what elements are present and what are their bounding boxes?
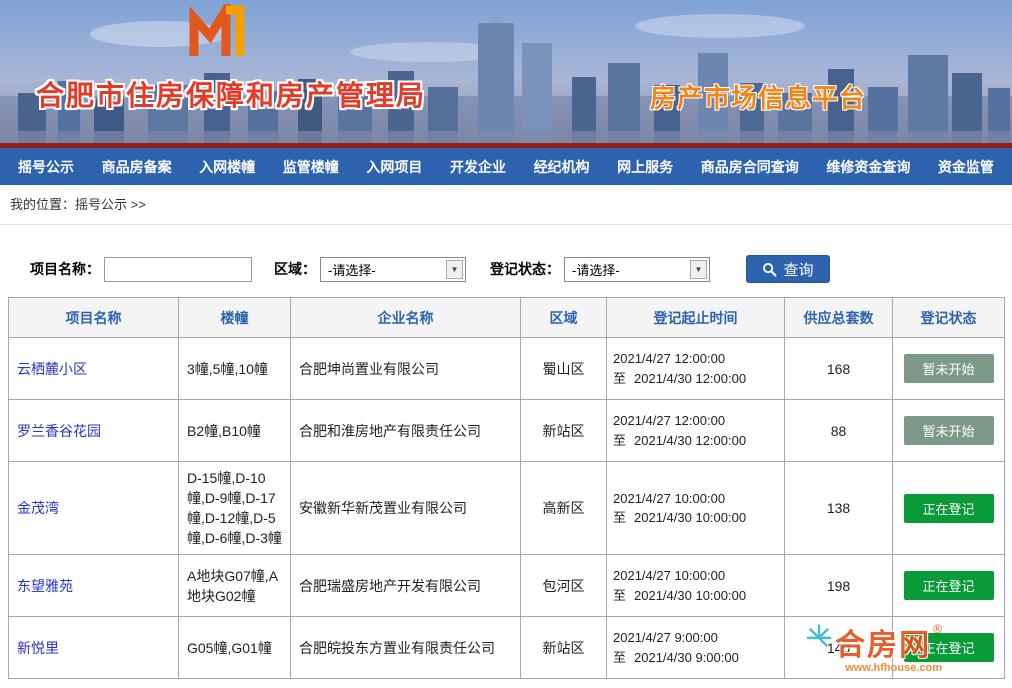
nav-item-6[interactable]: 经纪机构 xyxy=(534,157,590,177)
project-link[interactable]: 金茂湾 xyxy=(17,500,59,516)
status-cell: 正在登记 xyxy=(893,555,1005,617)
region-select-value: -请选择- xyxy=(328,260,376,279)
project-name-label: 项目名称： xyxy=(30,259,100,279)
table-header-row: 项目名称楼幢企业名称区域登记起止时间供应总套数登记状态 xyxy=(9,298,1005,338)
company-cell: 合肥皖投东方置业有限责任公司 xyxy=(291,617,521,679)
hfhouse-sun-icon xyxy=(805,622,833,655)
nav-item-8[interactable]: 商品房合同查询 xyxy=(701,157,799,177)
company-cell: 合肥和淮房地产有限责任公司 xyxy=(291,400,521,462)
status-badge[interactable]: 暂未开始 xyxy=(904,354,994,383)
project-link[interactable]: 云栖麓小区 xyxy=(17,361,87,377)
search-button-label: 查询 xyxy=(783,259,813,280)
region-label: 区域： xyxy=(274,259,316,279)
filter-bar: 项目名称： 区域： -请选择- ▼ 登记状态： -请选择- ▼ 查询 xyxy=(30,255,1004,283)
registration-period-cell: 2021/4/27 10:00:00至2021/4/30 10:00:00 xyxy=(607,462,785,555)
buildings-cell: A地块G07幢,A地块G02幢 xyxy=(179,555,291,617)
watermark-name: 合房网 xyxy=(835,620,931,664)
status-badge[interactable]: 暂未开始 xyxy=(904,416,994,445)
project-name-cell: 罗兰香谷花园 xyxy=(9,400,179,462)
hfhouse-watermark: 合房网 ® www.hfhouse.com xyxy=(805,620,942,674)
table-row: 云栖麓小区 3幢,5幢,10幢合肥坤尚置业有限公司蜀山区2021/4/27 12:… xyxy=(9,338,1005,400)
total-units-cell: 88 xyxy=(785,400,893,462)
nav-item-0[interactable]: 摇号公示 xyxy=(18,157,74,177)
region-select[interactable]: -请选择- ▼ xyxy=(320,257,466,282)
registration-period-cell: 2021/4/27 9:00:00至2021/4/30 9:00:00 xyxy=(607,617,785,679)
region-cell: 高新区 xyxy=(521,462,607,555)
breadcrumb-current[interactable]: 摇号公示 >> xyxy=(75,197,146,212)
registration-period-cell: 2021/4/27 12:00:00至2021/4/30 12:00:00 xyxy=(607,338,785,400)
registration-period-cell: 2021/4/27 10:00:00至2021/4/30 10:00:00 xyxy=(607,555,785,617)
company-cell: 合肥瑞盛房地产开发有限公司 xyxy=(291,555,521,617)
project-name-cell: 新悦里 xyxy=(9,617,179,679)
buildings-cell: G05幢,G01幢 xyxy=(179,617,291,679)
status-badge[interactable]: 正在登记 xyxy=(904,494,994,523)
region-cell: 蜀山区 xyxy=(521,338,607,400)
chevron-down-icon[interactable]: ▼ xyxy=(690,260,707,279)
breadcrumb: 我的位置：摇号公示 >> xyxy=(0,185,1012,225)
table-header-5: 供应总套数 xyxy=(785,298,893,338)
table-row: 金茂湾 D-15幢,D-10幢,D-9幢,D-17幢,D-12幢,D-5幢,D-6… xyxy=(9,462,1005,555)
project-name-cell: 云栖麓小区 xyxy=(9,338,179,400)
table-header-3: 区域 xyxy=(521,298,607,338)
project-link[interactable]: 东望雅苑 xyxy=(17,578,73,594)
nav-item-7[interactable]: 网上服务 xyxy=(617,157,673,177)
table-header-0: 项目名称 xyxy=(9,298,179,338)
company-cell: 安徽新华新茂置业有限公司 xyxy=(291,462,521,555)
region-cell: 包河区 xyxy=(521,555,607,617)
status-select-value: -请选择- xyxy=(572,260,620,279)
nav-item-3[interactable]: 监管楼幢 xyxy=(283,157,339,177)
nav-item-10[interactable]: 资金监管 xyxy=(938,157,994,177)
total-units-cell: 168 xyxy=(785,338,893,400)
company-cell: 合肥坤尚置业有限公司 xyxy=(291,338,521,400)
nav-item-9[interactable]: 维修资金查询 xyxy=(826,157,910,177)
project-link[interactable]: 罗兰香谷花园 xyxy=(17,423,101,439)
buildings-cell: D-15幢,D-10幢,D-9幢,D-17幢,D-12幢,D-5幢,D-6幢,D… xyxy=(179,462,291,555)
status-label: 登记状态： xyxy=(490,259,560,279)
status-cell: 暂未开始 xyxy=(893,400,1005,462)
table-header-1: 楼幢 xyxy=(179,298,291,338)
main-nav: 摇号公示 商品房备案 入网楼幢 监管楼幢 入网项目 开发企业 经纪机构 网上服务 商品房合同查询… xyxy=(0,148,1012,185)
buildings-cell: 3幢,5幢,10幢 xyxy=(179,338,291,400)
table-row: 东望雅苑 A地块G07幢,A地块G02幢合肥瑞盛房地产开发有限公司包河区2021/… xyxy=(9,555,1005,617)
registration-period-cell: 2021/4/27 12:00:00至2021/4/30 12:00:00 xyxy=(607,400,785,462)
watermark-reg: ® xyxy=(933,622,942,636)
total-units-cell: 138 xyxy=(785,462,893,555)
table-header-2: 企业名称 xyxy=(291,298,521,338)
buildings-cell: B2幢,B10幢 xyxy=(179,400,291,462)
project-name-cell: 金茂湾 xyxy=(9,462,179,555)
status-select[interactable]: -请选择- ▼ xyxy=(564,257,710,282)
region-cell: 新站区 xyxy=(521,617,607,679)
chevron-down-icon[interactable]: ▼ xyxy=(446,260,463,279)
nav-item-5[interactable]: 开发企业 xyxy=(450,157,506,177)
city-skyline-image xyxy=(0,0,1012,143)
site-subtitle: 房产市场信息平台 xyxy=(650,78,866,115)
header-banner: 合肥市住房保障和房产管理局 房产市场信息平台 xyxy=(0,0,1012,143)
table-header-6: 登记状态 xyxy=(893,298,1005,338)
project-name-cell: 东望雅苑 xyxy=(9,555,179,617)
watermark-url: www.hfhouse.com xyxy=(805,662,942,674)
status-badge[interactable]: 正在登记 xyxy=(904,571,994,600)
bureau-logo-icon xyxy=(188,4,252,67)
site-title: 合肥市住房保障和房产管理局 xyxy=(36,74,426,114)
status-cell: 正在登记 xyxy=(893,462,1005,555)
status-cell: 暂未开始 xyxy=(893,338,1005,400)
table-header-4: 登记起止时间 xyxy=(607,298,785,338)
nav-item-1[interactable]: 商品房备案 xyxy=(102,157,172,177)
search-icon xyxy=(762,262,777,277)
total-units-cell: 198 xyxy=(785,555,893,617)
project-link[interactable]: 新悦里 xyxy=(17,640,59,656)
nav-item-2[interactable]: 入网楼幢 xyxy=(199,157,255,177)
search-button[interactable]: 查询 xyxy=(746,255,830,283)
project-name-input[interactable] xyxy=(104,257,252,282)
main-content: 项目名称： 区域： -请选择- ▼ 登记状态： -请选择- ▼ 查询 xyxy=(0,255,1012,679)
table-row: 罗兰香谷花园 B2幢,B10幢合肥和淮房地产有限责任公司新站区2021/4/27 … xyxy=(9,400,1005,462)
region-cell: 新站区 xyxy=(521,400,607,462)
nav-item-4[interactable]: 入网项目 xyxy=(366,157,422,177)
breadcrumb-label: 我的位置： xyxy=(10,197,75,212)
